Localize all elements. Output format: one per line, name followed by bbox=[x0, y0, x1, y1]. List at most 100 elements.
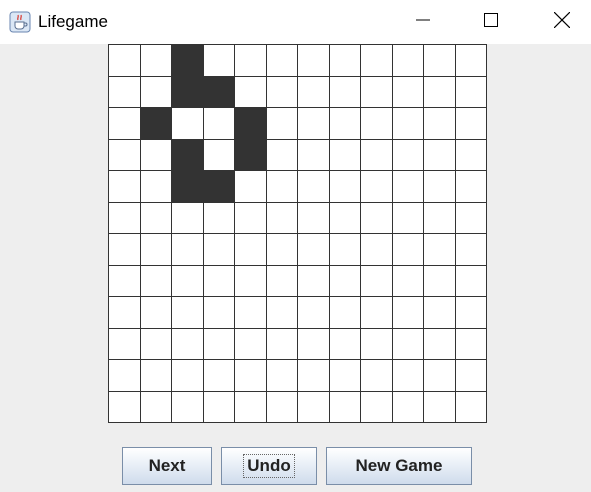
board-cell[interactable] bbox=[455, 108, 487, 140]
board-cell[interactable] bbox=[140, 234, 172, 266]
new-game-button[interactable]: New Game bbox=[326, 447, 472, 485]
board-cell[interactable] bbox=[298, 391, 330, 423]
board-cell[interactable] bbox=[203, 328, 235, 360]
board-cell[interactable] bbox=[266, 202, 298, 234]
board-cell[interactable] bbox=[329, 45, 361, 77]
board-cell[interactable] bbox=[361, 234, 393, 266]
board-cell[interactable] bbox=[298, 171, 330, 203]
board-cell[interactable] bbox=[329, 139, 361, 171]
board-cell[interactable] bbox=[298, 202, 330, 234]
board-cell[interactable] bbox=[392, 297, 424, 329]
board-cell[interactable] bbox=[235, 234, 267, 266]
board-cell[interactable] bbox=[266, 391, 298, 423]
board-cell[interactable] bbox=[392, 391, 424, 423]
board-cell[interactable] bbox=[455, 360, 487, 392]
board-cell[interactable] bbox=[329, 360, 361, 392]
board-cell[interactable] bbox=[298, 139, 330, 171]
board-cell[interactable] bbox=[235, 297, 267, 329]
board-cell[interactable] bbox=[361, 360, 393, 392]
board-cell[interactable] bbox=[172, 328, 204, 360]
board-cell[interactable] bbox=[203, 139, 235, 171]
board-cell[interactable] bbox=[329, 265, 361, 297]
board-cell[interactable] bbox=[424, 360, 456, 392]
board-cell[interactable] bbox=[235, 45, 267, 77]
board-cell[interactable] bbox=[424, 45, 456, 77]
board-cell[interactable] bbox=[266, 139, 298, 171]
board-cell[interactable] bbox=[266, 171, 298, 203]
board-cell[interactable] bbox=[140, 76, 172, 108]
board-cell[interactable] bbox=[424, 265, 456, 297]
board-cell[interactable] bbox=[424, 234, 456, 266]
board-cell[interactable] bbox=[109, 391, 141, 423]
board-cell[interactable] bbox=[298, 108, 330, 140]
board-cell[interactable] bbox=[109, 234, 141, 266]
board-cell[interactable] bbox=[329, 234, 361, 266]
board-cell[interactable] bbox=[172, 139, 204, 171]
life-board[interactable] bbox=[108, 44, 487, 423]
board-cell[interactable] bbox=[455, 171, 487, 203]
board-cell[interactable] bbox=[140, 391, 172, 423]
board-cell[interactable] bbox=[455, 76, 487, 108]
board-cell[interactable] bbox=[329, 76, 361, 108]
board-cell[interactable] bbox=[140, 45, 172, 77]
board-cell[interactable] bbox=[235, 360, 267, 392]
board-cell[interactable] bbox=[140, 328, 172, 360]
board-cell[interactable] bbox=[172, 171, 204, 203]
board-cell[interactable] bbox=[455, 391, 487, 423]
close-button[interactable] bbox=[539, 0, 585, 44]
board-cell[interactable] bbox=[392, 108, 424, 140]
board-cell[interactable] bbox=[298, 45, 330, 77]
board-cell[interactable] bbox=[266, 360, 298, 392]
board-cell[interactable] bbox=[172, 265, 204, 297]
board-cell[interactable] bbox=[329, 328, 361, 360]
board-cell[interactable] bbox=[392, 45, 424, 77]
board-cell[interactable] bbox=[455, 328, 487, 360]
board-cell[interactable] bbox=[455, 297, 487, 329]
board-cell[interactable] bbox=[329, 171, 361, 203]
board-cell[interactable] bbox=[140, 265, 172, 297]
undo-button[interactable]: Undo bbox=[221, 447, 317, 485]
board-cell[interactable] bbox=[203, 171, 235, 203]
maximize-button[interactable] bbox=[468, 0, 514, 44]
board-cell[interactable] bbox=[455, 139, 487, 171]
board-cell[interactable] bbox=[361, 391, 393, 423]
board-cell[interactable] bbox=[140, 108, 172, 140]
board-cell[interactable] bbox=[392, 76, 424, 108]
board-cell[interactable] bbox=[203, 45, 235, 77]
board-cell[interactable] bbox=[235, 202, 267, 234]
board-cell[interactable] bbox=[361, 139, 393, 171]
board-cell[interactable] bbox=[392, 139, 424, 171]
board-cell[interactable] bbox=[203, 297, 235, 329]
board-cell[interactable] bbox=[298, 76, 330, 108]
board-cell[interactable] bbox=[109, 297, 141, 329]
board-cell[interactable] bbox=[109, 202, 141, 234]
board-cell[interactable] bbox=[329, 108, 361, 140]
board-cell[interactable] bbox=[203, 265, 235, 297]
minimize-button[interactable] bbox=[400, 0, 446, 44]
board-cell[interactable] bbox=[298, 360, 330, 392]
board-cell[interactable] bbox=[266, 265, 298, 297]
board-cell[interactable] bbox=[455, 234, 487, 266]
board-cell[interactable] bbox=[424, 76, 456, 108]
board-cell[interactable] bbox=[235, 265, 267, 297]
board-cell[interactable] bbox=[235, 328, 267, 360]
board-cell[interactable] bbox=[361, 265, 393, 297]
board-cell[interactable] bbox=[298, 265, 330, 297]
board-cell[interactable] bbox=[109, 108, 141, 140]
board-cell[interactable] bbox=[235, 76, 267, 108]
board-cell[interactable] bbox=[203, 76, 235, 108]
board-cell[interactable] bbox=[424, 171, 456, 203]
board-cell[interactable] bbox=[298, 234, 330, 266]
board-cell[interactable] bbox=[392, 234, 424, 266]
board-cell[interactable] bbox=[361, 76, 393, 108]
board-cell[interactable] bbox=[424, 328, 456, 360]
board-cell[interactable] bbox=[109, 360, 141, 392]
board-cell[interactable] bbox=[109, 139, 141, 171]
board-cell[interactable] bbox=[361, 328, 393, 360]
board-cell[interactable] bbox=[172, 297, 204, 329]
board-cell[interactable] bbox=[172, 45, 204, 77]
board-cell[interactable] bbox=[109, 76, 141, 108]
board-cell[interactable] bbox=[424, 202, 456, 234]
next-button[interactable]: Next bbox=[122, 447, 212, 485]
board-cell[interactable] bbox=[109, 171, 141, 203]
